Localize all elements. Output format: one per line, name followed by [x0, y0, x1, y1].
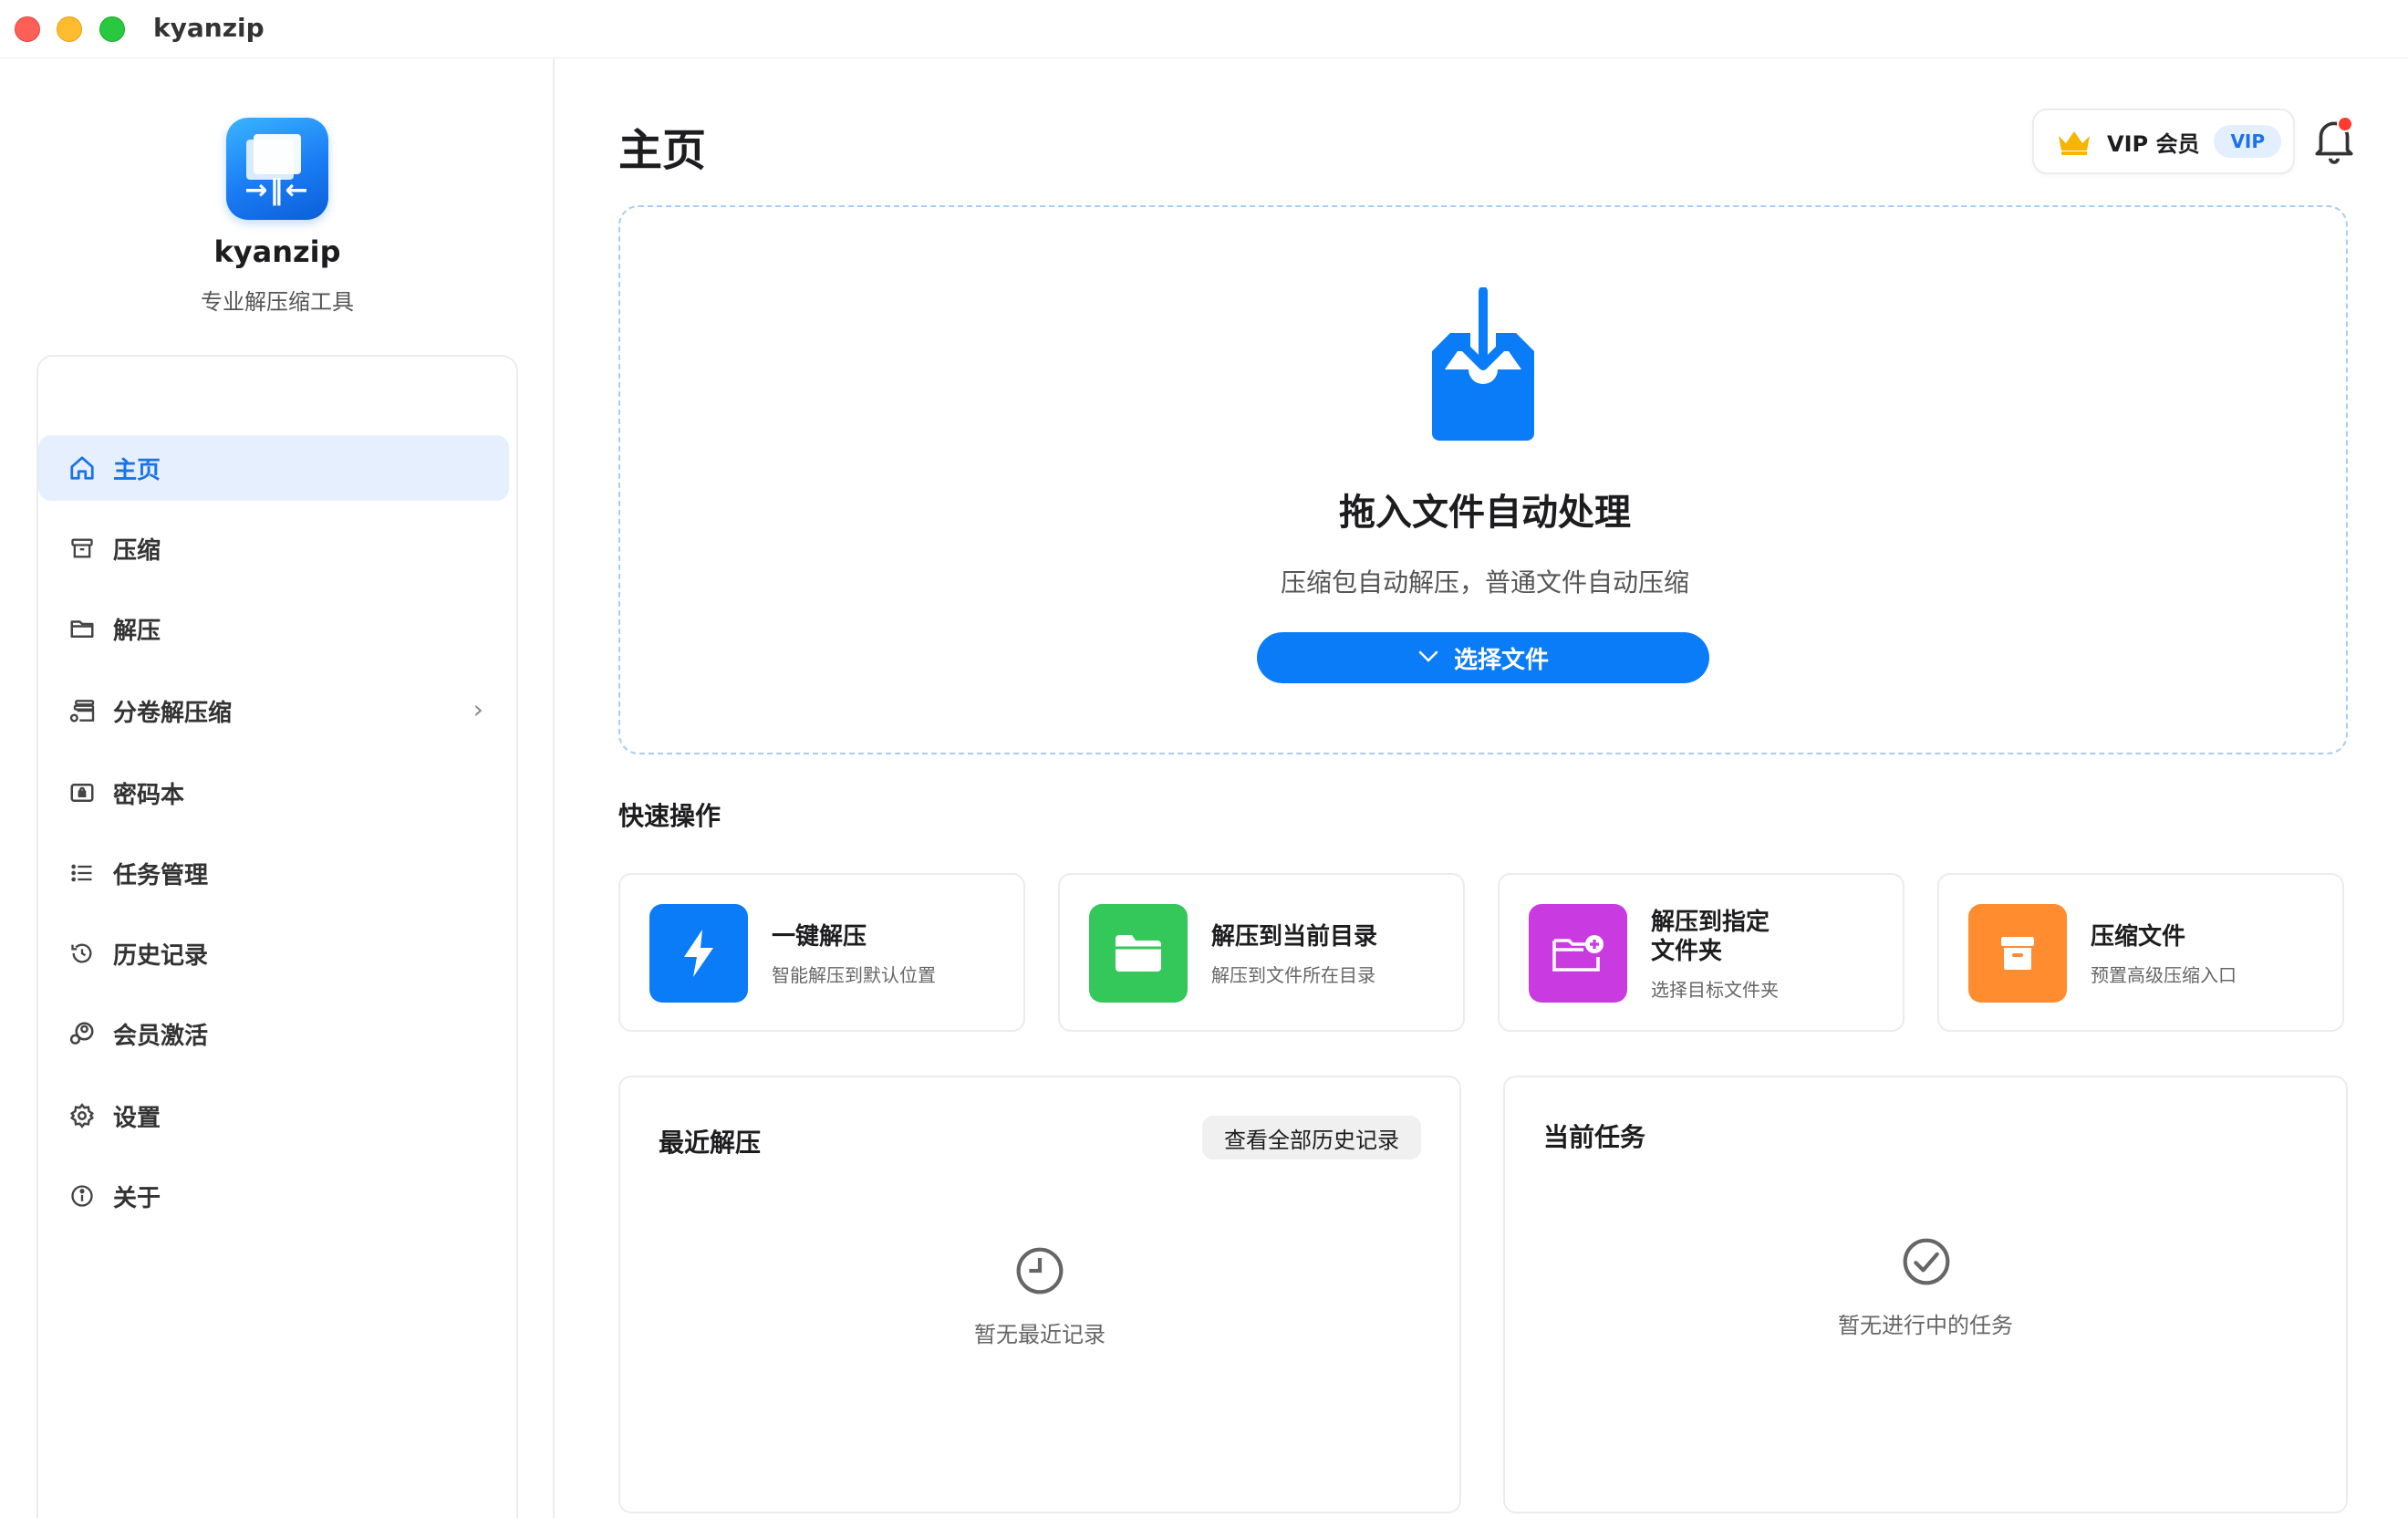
current-tasks-panel: 当前任务 暂无进行中的任务 — [1503, 1076, 2348, 1513]
vip-membership-button[interactable]: VIP 会员 VIP — [2032, 109, 2295, 174]
sidebar-item-label: 分卷解压缩 — [113, 699, 233, 727]
page-title: 主页 — [618, 125, 707, 176]
clock-icon — [1016, 1247, 1064, 1294]
lock-icon — [64, 779, 100, 806]
sidebar-item-label: 设置 — [113, 1104, 161, 1132]
recent-empty-text: 暂无最近记录 — [974, 1322, 1105, 1347]
folder-icon — [64, 615, 100, 642]
archive-box-icon — [1968, 904, 2067, 1003]
sidebar-item-passwords[interactable]: 密码本 — [38, 760, 509, 826]
brand-name: kyanzip — [213, 234, 341, 269]
sidebar-item-membership[interactable]: 会员激活 — [38, 1001, 509, 1066]
tasks-panel-title: 当前任务 — [1543, 1122, 1646, 1152]
sidebar-item-label: 历史记录 — [113, 941, 209, 970]
sidebar-item-tasks[interactable]: 任务管理 — [38, 840, 509, 906]
minimize-window-button[interactable] — [57, 16, 82, 42]
notification-dot — [2337, 116, 2353, 132]
zoom-window-button[interactable] — [99, 16, 125, 42]
drop-zone-title: 拖入文件自动处理 — [1339, 492, 1631, 534]
folder-icon — [1089, 904, 1188, 1003]
chevron-right-icon: › — [472, 694, 483, 724]
quick-action-title: 压缩文件 — [2091, 923, 2186, 951]
split-volume-icon — [64, 696, 100, 725]
quick-action-title-line1: 解压到指定 — [1651, 909, 1770, 936]
vip-badge: VIP — [2214, 125, 2282, 158]
list-icon — [64, 860, 100, 886]
file-drop-zone[interactable]: 拖入文件自动处理 压缩包自动解压，普通文件自动压缩 选择文件 — [618, 205, 2348, 754]
main-content: 主页 VIP 会员 VIP 拖入文件自动处理 压缩包自动解压，普通文件自动压缩 — [556, 59, 2408, 1518]
drop-zone-subtitle: 压缩包自动解压，普通文件自动压缩 — [1280, 567, 1689, 598]
folder-add-icon — [1529, 904, 1627, 1003]
app-logo: →‖← — [226, 118, 328, 220]
brand-subtitle: 专业解压缩工具 — [201, 289, 354, 315]
vip-label: VIP 会员 — [2107, 130, 2200, 157]
sidebar-item-history[interactable]: 历史记录 — [38, 920, 509, 986]
quick-action-compress-file[interactable]: 压缩文件 预置高级压缩入口 — [1937, 873, 2344, 1032]
sidebar-item-settings[interactable]: 设置 — [38, 1083, 509, 1149]
crown-icon — [2059, 131, 2090, 155]
sidebar-item-label: 压缩 — [113, 536, 161, 565]
check-circle-icon — [1903, 1238, 1950, 1285]
sidebar-item-label: 关于 — [113, 1184, 161, 1212]
title-bar: kyanzip — [0, 0, 2408, 58]
quick-action-extract-here[interactable]: 解压到当前目录 解压到文件所在目录 — [1058, 873, 1465, 1032]
quick-action-title: 解压到当前目录 — [1211, 923, 1378, 951]
choose-file-button[interactable]: 选择文件 — [1257, 632, 1709, 683]
close-window-button[interactable] — [15, 16, 40, 42]
member-icon — [64, 1020, 100, 1047]
home-icon — [64, 454, 100, 482]
choose-file-label: 选择文件 — [1453, 646, 1549, 674]
sidebar-item-label: 解压 — [113, 617, 161, 645]
app-window: kyanzip →‖← kyanzip 专业解压缩工具 主页 压缩 解压 分卷解… — [0, 0, 2408, 1518]
sidebar-item-extract[interactable]: 解压 — [38, 596, 509, 661]
sidebar-item-about[interactable]: 关于 — [38, 1163, 509, 1229]
gear-icon — [64, 1102, 100, 1129]
sidebar-nav: 主页 压缩 解压 分卷解压缩 › 密码本 任务管理 历史记录 会员激活 设置 关… — [36, 355, 518, 1518]
sidebar: →‖← kyanzip 专业解压缩工具 主页 压缩 解压 分卷解压缩 › 密码本… — [0, 59, 555, 1518]
quick-action-desc: 智能解压到默认位置 — [772, 964, 936, 986]
view-all-history-button[interactable]: 查看全部历史记录 — [1202, 1116, 1421, 1159]
sidebar-item-home[interactable]: 主页 — [38, 435, 509, 501]
chevron-down-icon — [1417, 647, 1439, 670]
sidebar-item-label: 会员激活 — [113, 1022, 209, 1050]
recent-extractions-panel: 最近解压 查看全部历史记录 暂无最近记录 — [618, 1076, 1461, 1513]
history-icon — [64, 941, 100, 966]
recent-panel-title: 最近解压 — [659, 1128, 762, 1158]
inbox-download-icon — [1432, 287, 1534, 441]
archive-box-icon — [64, 535, 100, 561]
quick-action-one-click-extract[interactable]: 一键解压 智能解压到默认位置 — [618, 873, 1025, 1032]
sidebar-item-compress[interactable]: 压缩 — [38, 515, 509, 581]
window-title: kyanzip — [153, 13, 265, 43]
quick-action-title: 一键解压 — [772, 923, 867, 951]
sidebar-item-label: 主页 — [113, 456, 161, 484]
quick-actions-title: 快速操作 — [618, 801, 721, 831]
sidebar-item-label: 密码本 — [113, 781, 185, 809]
quick-action-extract-to-folder[interactable]: 解压到指定 文件夹 选择目标文件夹 — [1498, 873, 1905, 1032]
tasks-empty-text: 暂无进行中的任务 — [1838, 1313, 2013, 1338]
sidebar-item-split-volume[interactable]: 分卷解压缩 › — [38, 678, 509, 743]
quick-action-desc: 解压到文件所在目录 — [1211, 964, 1375, 986]
sidebar-item-label: 任务管理 — [113, 861, 209, 889]
lightning-icon — [649, 904, 748, 1003]
quick-action-desc: 选择目标文件夹 — [1651, 979, 1779, 1001]
info-icon — [64, 1183, 100, 1209]
quick-action-desc: 预置高级压缩入口 — [2091, 964, 2237, 986]
quick-action-title-line2: 文件夹 — [1651, 938, 1723, 965]
